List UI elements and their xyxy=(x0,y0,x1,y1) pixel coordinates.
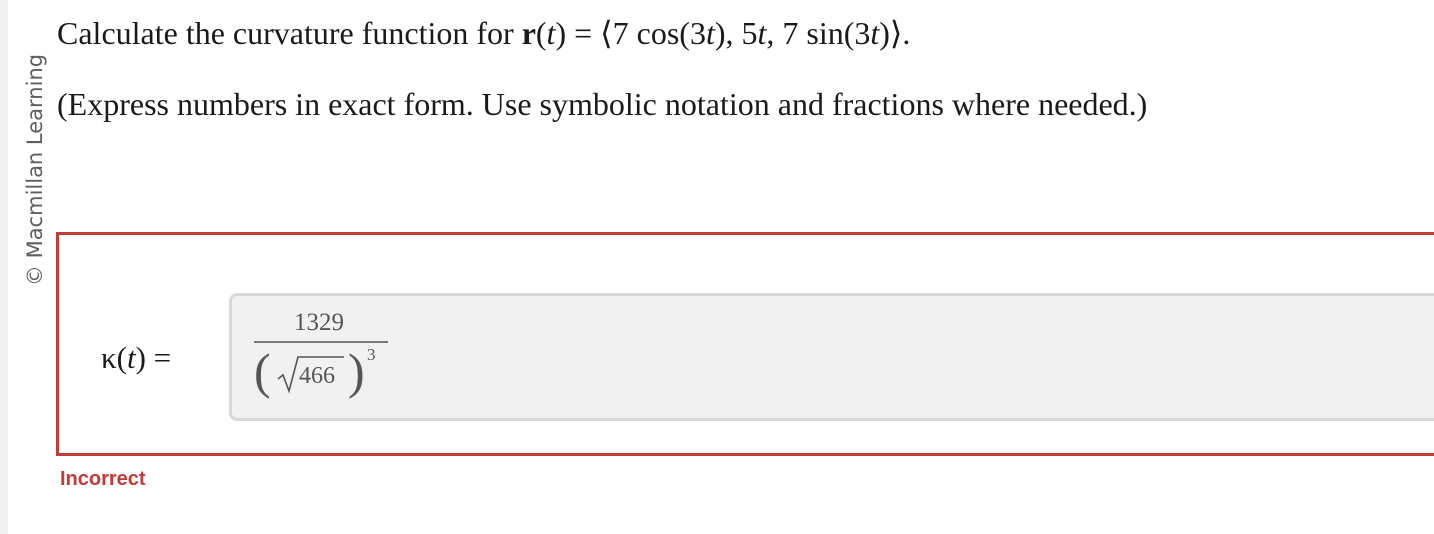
answer-box: κ(t) = 1329 ( 466 ) 3 xyxy=(56,232,1434,456)
copyright-watermark: © Macmillan Learning xyxy=(23,53,47,287)
answer-input-field[interactable]: 1329 ( 466 ) 3 xyxy=(229,293,1434,421)
component3-var: t xyxy=(870,15,880,51)
curvature-label: κ(t) = xyxy=(101,340,171,376)
question-prefix: Calculate the curvature function for xyxy=(57,15,522,51)
numerator: 1329 xyxy=(294,309,344,336)
component1-close: ), 5 xyxy=(714,15,758,51)
status-incorrect: Incorrect xyxy=(60,468,146,490)
func-close: ) = ⟨7 cos(3 xyxy=(555,15,706,51)
left-paren: ( xyxy=(254,343,271,399)
right-paren: ) xyxy=(348,343,365,399)
instruction-text: (Express numbers in exact form. Use symb… xyxy=(57,86,1148,122)
component2-close: , 7 sin(3 xyxy=(766,15,871,51)
func-open: ( xyxy=(535,15,547,51)
label-close: ) = xyxy=(135,340,172,375)
label-var: t xyxy=(126,340,136,375)
label-open: κ( xyxy=(101,340,127,375)
fraction-expression: 1329 ( 466 ) 3 xyxy=(250,301,388,403)
component1-var: t xyxy=(705,15,715,51)
function-name: r xyxy=(521,15,536,51)
question-text: Calculate the curvature function for r( t… xyxy=(57,14,910,52)
radicand: 466 xyxy=(299,363,335,389)
exponent: 3 xyxy=(367,345,376,364)
denominator: ( 466 ) 3 xyxy=(250,343,388,403)
question-suffix: )⟩. xyxy=(879,15,911,51)
left-edge-strip xyxy=(0,0,8,534)
